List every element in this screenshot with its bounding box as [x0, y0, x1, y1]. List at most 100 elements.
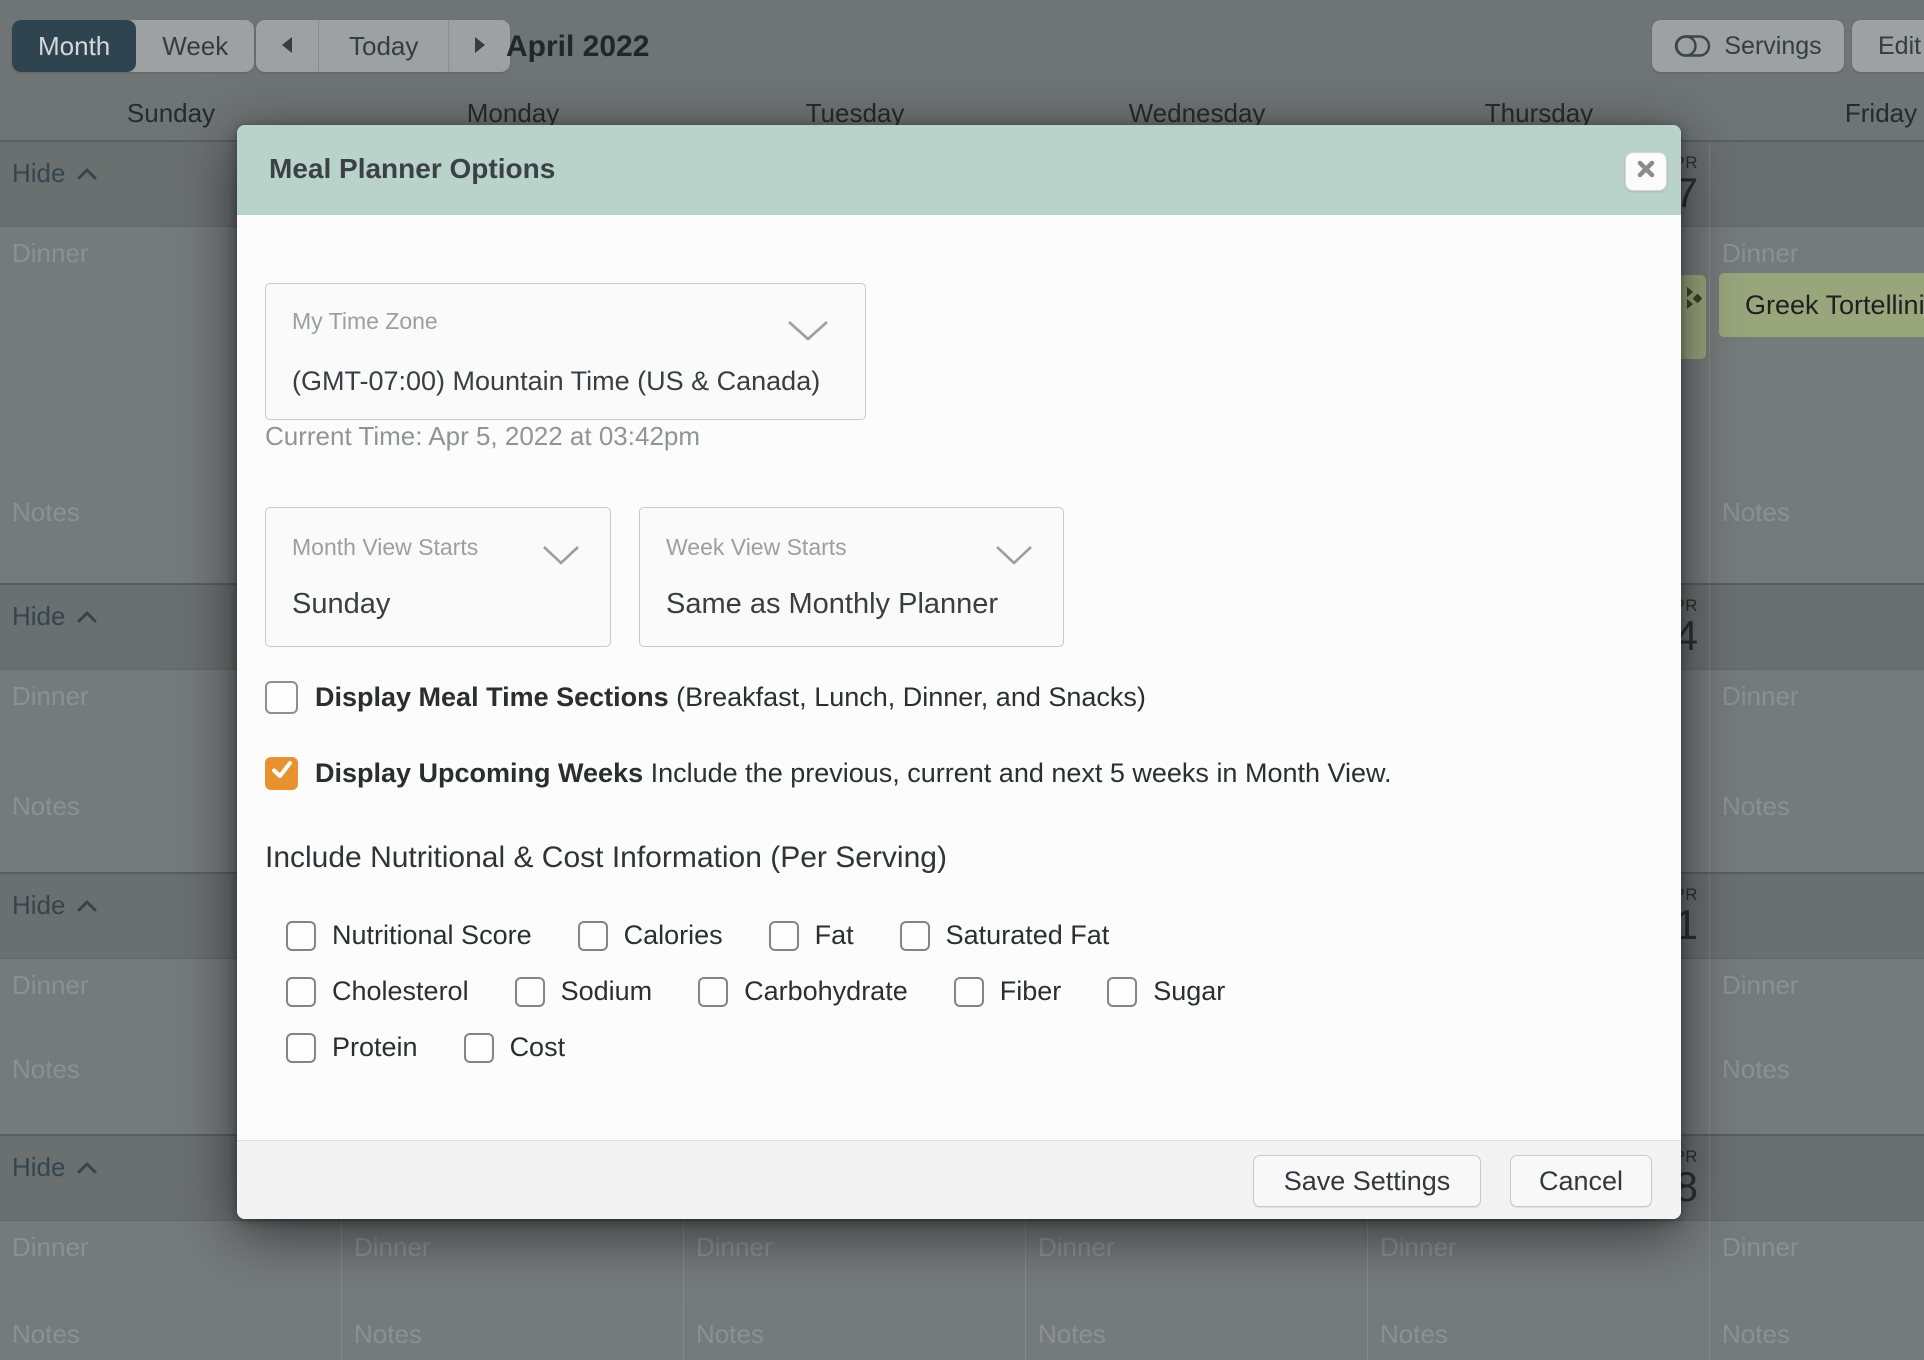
nutritional-score-checkbox[interactable]	[286, 921, 316, 951]
week-view-starts-value: Same as Monthly Planner	[666, 588, 998, 621]
notes-section-label: Notes	[1722, 791, 1790, 822]
day-cell[interactable]: DinnerNotes	[1710, 142, 1924, 583]
sodium-checkbox[interactable]	[515, 977, 545, 1007]
chevron-up-icon	[77, 168, 97, 180]
month-view-button[interactable]: Month	[12, 20, 136, 72]
day-header-friday: Friday	[1710, 98, 1924, 129]
date-nav: Today	[256, 20, 510, 72]
week-view-starts-select[interactable]: Week View Starts Same as Monthly Planner	[639, 507, 1064, 647]
cost-label: Cost	[510, 1032, 566, 1063]
hide-week-link[interactable]: Hide	[12, 890, 97, 921]
month-view-starts-label: Month View Starts	[292, 534, 478, 561]
chevron-right-icon	[472, 31, 488, 62]
dinner-section-label: Dinner	[1038, 1232, 1115, 1263]
today-button[interactable]: Today	[318, 20, 448, 72]
cancel-button[interactable]: Cancel	[1510, 1155, 1652, 1207]
day-cell[interactable]: DinnerNotes	[1710, 585, 1924, 872]
hide-week-link[interactable]: Hide	[12, 1152, 97, 1183]
nutrition-option: Fat	[769, 920, 854, 951]
day-cell[interactable]: DinnerNotes	[1710, 874, 1924, 1134]
dinner-section-label: Dinner	[12, 970, 89, 1001]
notes-section-label: Notes	[12, 497, 80, 528]
close-icon	[1636, 159, 1656, 184]
nutrition-option: Nutritional Score	[286, 920, 532, 951]
nutrition-options-row: CholesterolSodiumCarbohydrateFiberSugar	[286, 976, 1225, 1007]
edit-label: Edit	[1878, 32, 1921, 61]
protein-label: Protein	[332, 1032, 418, 1063]
week-view-starts-label: Week View Starts	[666, 534, 847, 561]
nutrition-option: Sodium	[515, 976, 653, 1007]
fiber-checkbox[interactable]	[954, 977, 984, 1007]
next-button[interactable]	[448, 20, 510, 72]
display-upcoming-weeks-checkbox[interactable]	[265, 757, 298, 790]
dialog-header: Meal Planner Options	[237, 125, 1681, 215]
timezone-value: (GMT-07:00) Mountain Time (US & Canada)	[292, 366, 820, 397]
timezone-label: My Time Zone	[292, 308, 438, 335]
chevron-down-icon	[785, 316, 831, 349]
chevron-down-icon	[540, 542, 582, 573]
save-settings-button[interactable]: Save Settings	[1253, 1155, 1481, 1207]
nutrition-section-heading: Include Nutritional & Cost Information (…	[265, 841, 947, 875]
cholesterol-checkbox[interactable]	[286, 977, 316, 1007]
servings-button[interactable]: Servings	[1652, 20, 1844, 72]
calories-checkbox[interactable]	[578, 921, 608, 951]
drag-move-icon[interactable]	[1681, 283, 1703, 318]
dinner-section-label: Dinner	[1380, 1232, 1457, 1263]
chevron-left-icon	[279, 31, 295, 62]
chevron-up-icon	[77, 611, 97, 623]
checkmark-icon	[270, 758, 294, 789]
month-view-starts-select[interactable]: Month View Starts Sunday	[265, 507, 611, 647]
saturated-fat-checkbox[interactable]	[900, 921, 930, 951]
current-time-text: Current Time: Apr 5, 2022 at 03:42pm	[265, 421, 700, 452]
notes-section-label: Notes	[1722, 1319, 1790, 1350]
chevron-down-icon	[993, 542, 1035, 573]
meal-planner-options-dialog: Meal Planner Options My Time Zone (GMT-0…	[237, 125, 1681, 1219]
calories-label: Calories	[624, 920, 723, 951]
display-meal-time-sections-checkbox[interactable]	[265, 681, 298, 714]
sodium-label: Sodium	[561, 976, 653, 1007]
nutrition-option: Protein	[286, 1032, 418, 1063]
recipe-item[interactable]: Greek Tortellini S	[1719, 273, 1924, 337]
fat-label: Fat	[815, 920, 854, 951]
notes-section-label: Notes	[1380, 1319, 1448, 1350]
protein-checkbox[interactable]	[286, 1033, 316, 1063]
nutrition-options-row: Protein Cost	[286, 1032, 565, 1063]
dinner-section-label: Dinner	[1722, 1232, 1799, 1263]
nutrition-option: Carbohydrate	[698, 976, 908, 1007]
nutrition-option: Saturated Fat	[900, 920, 1110, 951]
carbohydrate-checkbox[interactable]	[698, 977, 728, 1007]
cholesterol-label: Cholesterol	[332, 976, 469, 1007]
notes-section-label: Notes	[1722, 497, 1790, 528]
hide-week-link[interactable]: Hide	[12, 158, 97, 189]
page-title: April 2022	[506, 30, 649, 64]
carbohydrate-label: Carbohydrate	[744, 976, 908, 1007]
hide-link-label: Hide	[12, 601, 65, 632]
display-meal-time-sections-label: Display Meal Time Sections (Breakfast, L…	[315, 682, 1146, 713]
display-upcoming-weeks-label: Display Upcoming Weeks Include the previ…	[315, 758, 1392, 789]
saturated-fat-label: Saturated Fat	[946, 920, 1110, 951]
timezone-select[interactable]: My Time Zone (GMT-07:00) Mountain Time (…	[265, 283, 866, 420]
prev-button[interactable]	[256, 20, 318, 72]
week-view-button[interactable]: Week	[136, 20, 254, 72]
chevron-up-icon	[77, 900, 97, 912]
close-button[interactable]	[1625, 152, 1667, 191]
dinner-section-label: Dinner	[12, 1232, 89, 1263]
notes-section-label: Notes	[696, 1319, 764, 1350]
view-toggle: Month Week	[12, 20, 254, 72]
recipe-title: Greek Tortellini S	[1745, 290, 1924, 321]
fiber-label: Fiber	[1000, 976, 1062, 1007]
day-cell[interactable]: Dinner Notes	[1710, 1136, 1924, 1360]
dinner-section-label: Dinner	[12, 681, 89, 712]
hide-link-label: Hide	[12, 1152, 65, 1183]
edit-button[interactable]: Edit	[1852, 20, 1924, 72]
chevron-up-icon	[77, 1162, 97, 1174]
dialog-footer: Save Settings Cancel	[237, 1140, 1681, 1219]
dinner-section-label: Dinner	[1722, 970, 1799, 1001]
month-view-starts-value: Sunday	[292, 588, 390, 621]
hide-week-link[interactable]: Hide	[12, 601, 97, 632]
fat-checkbox[interactable]	[769, 921, 799, 951]
sugar-checkbox[interactable]	[1107, 977, 1137, 1007]
dinner-section-label: Dinner	[696, 1232, 773, 1263]
cost-checkbox[interactable]	[464, 1033, 494, 1063]
servings-toggle-icon	[1674, 32, 1712, 60]
